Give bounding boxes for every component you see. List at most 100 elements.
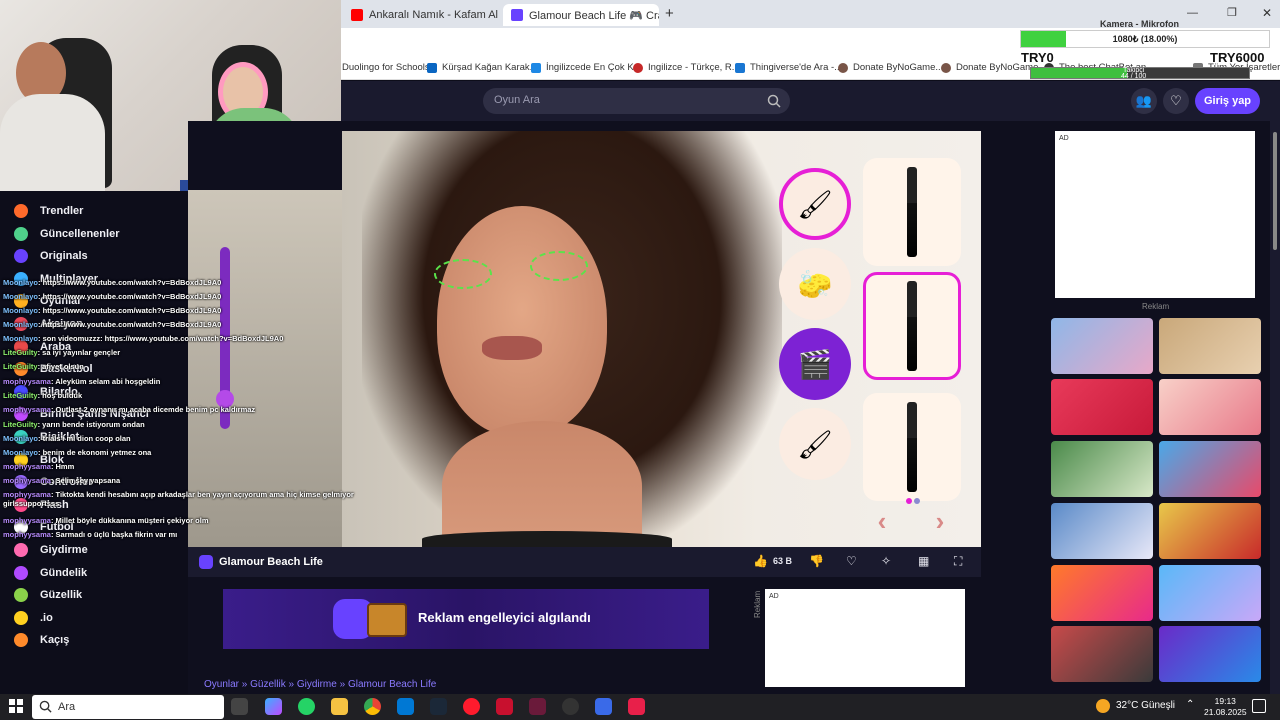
game-thumbnail[interactable] bbox=[1051, 626, 1153, 682]
game-thumbnail[interactable] bbox=[1051, 565, 1153, 621]
mascara-option-1[interactable] bbox=[863, 158, 961, 266]
game-thumbnail[interactable] bbox=[1159, 318, 1261, 374]
sidebar-item[interactable]: Giydirme bbox=[14, 543, 88, 557]
game-thumbnail[interactable] bbox=[1051, 503, 1153, 559]
powder-brush-icon: 🖌 bbox=[797, 428, 833, 460]
ad-slot-top[interactable] bbox=[1055, 131, 1255, 298]
sidebar-item[interactable]: Kaçış bbox=[14, 633, 69, 648]
game-thumbnail[interactable] bbox=[1159, 626, 1261, 682]
page-dot-active[interactable] bbox=[906, 498, 912, 504]
lips-shape bbox=[482, 336, 542, 360]
face-shape bbox=[437, 206, 607, 436]
bookmark-item[interactable]: Donate ByNoGame... bbox=[838, 62, 943, 73]
chat-message: mophyysama: Hmm bbox=[3, 462, 74, 471]
mascara-option-3[interactable] bbox=[863, 393, 961, 501]
bookmark-item[interactable]: Ingilizce - Türkçe, R... bbox=[633, 62, 740, 73]
game-thumbnail[interactable] bbox=[1051, 318, 1153, 374]
windows-start-icon[interactable] bbox=[9, 699, 23, 713]
game-thumbnail[interactable] bbox=[1159, 565, 1261, 621]
chevron-up-icon[interactable]: ⌃ bbox=[1186, 699, 1194, 710]
chat-text: : yarın bende istiyorum ondan bbox=[37, 420, 145, 429]
game-app-icon[interactable] bbox=[496, 698, 513, 715]
task-view-icon[interactable] bbox=[231, 698, 248, 715]
bookmark-item[interactable]: Kürşad Kağan Karak... bbox=[427, 62, 538, 73]
mascara-icon bbox=[907, 281, 917, 371]
game-thumbnail[interactable] bbox=[1159, 503, 1261, 559]
obs-icon[interactable] bbox=[562, 698, 579, 715]
tool-powder-brush-button[interactable]: 🖌 bbox=[779, 408, 851, 480]
like-button[interactable]: 👍 63 B bbox=[753, 554, 792, 568]
fullscreen-button[interactable]: ⛶ bbox=[954, 554, 962, 569]
game-thumbnail[interactable] bbox=[1051, 379, 1153, 435]
window-close-button[interactable]: ✕ bbox=[1262, 6, 1272, 20]
sidebar-item[interactable]: Originals bbox=[14, 249, 88, 264]
sidebar-item[interactable]: Trendler bbox=[14, 204, 83, 218]
chat-username: mophyysama bbox=[3, 516, 51, 525]
prev-arrow-button[interactable]: ‹ bbox=[868, 506, 896, 536]
refresh-icon bbox=[14, 226, 28, 241]
chat-username: Moonlayo bbox=[3, 292, 38, 301]
game-thumbnail[interactable] bbox=[1159, 441, 1261, 497]
friends-button[interactable]: 👥 bbox=[1131, 88, 1157, 114]
video-ad-button[interactable]: 🎬 bbox=[779, 328, 851, 400]
sidebar-item[interactable]: Güncellenenler bbox=[14, 226, 119, 241]
sidebar-item[interactable]: Güzellik bbox=[14, 588, 82, 603]
outlook-icon[interactable] bbox=[397, 698, 414, 715]
game-canvas[interactable]: 🖌 🧽 🎬 🖌 ‹ › bbox=[342, 131, 981, 547]
game-thumbnail[interactable] bbox=[1051, 441, 1153, 497]
fire-icon bbox=[14, 204, 28, 218]
tool-sponge-button[interactable]: 🧽 bbox=[779, 248, 851, 320]
bookmark-item[interactable]: İngilizcede En Çok K... bbox=[531, 62, 642, 73]
dislike-button[interactable]: 👎 bbox=[809, 554, 824, 568]
sidebar-item[interactable]: Gündelik bbox=[14, 565, 87, 580]
clock[interactable]: 19:13 21.08.2025 bbox=[1204, 696, 1247, 718]
mascara-option-2[interactable] bbox=[863, 272, 961, 380]
chat-text: : Hmm bbox=[50, 462, 75, 471]
opera-icon[interactable] bbox=[463, 698, 480, 715]
chat-username: mophyysama bbox=[3, 530, 51, 539]
notification-icon[interactable] bbox=[1252, 699, 1266, 713]
app-icon[interactable] bbox=[529, 698, 546, 715]
chat-message: Moonlayo: https://www.youtube.com/watch?… bbox=[3, 320, 221, 329]
login-button[interactable]: Giriş yap bbox=[1195, 88, 1260, 114]
restore-button[interactable]: ❐ bbox=[1227, 6, 1237, 19]
chat-message: Moonlayo: https://www.youtube.com/watch?… bbox=[3, 278, 221, 287]
game-thumbnail[interactable] bbox=[1159, 379, 1261, 435]
app-icon[interactable] bbox=[595, 698, 612, 715]
copilot-icon[interactable] bbox=[265, 698, 282, 715]
tab-youtube[interactable]: Ankaralı Namık - Kafam Al 🔊 ✕ bbox=[343, 4, 501, 26]
breadcrumb[interactable]: Oyunlar » Güzellik » Giydirme » Glamour … bbox=[204, 679, 436, 690]
favorites-button[interactable]: ♡ bbox=[1163, 88, 1189, 114]
scrollbar-thumb[interactable] bbox=[1273, 132, 1277, 250]
next-arrow-button[interactable]: › bbox=[926, 506, 954, 536]
tab-glamour[interactable]: Glamour Beach Life 🎮 Cra 🔇 ✕ bbox=[503, 4, 659, 26]
chat-message: Moonlayo: benim de ekonomi yetmez ona bbox=[3, 448, 151, 457]
dress-icon bbox=[14, 543, 28, 557]
tool-brush-button[interactable]: 🖌 bbox=[779, 168, 851, 240]
chat-message: Moonlayo: trials'ı mı dion coop olan bbox=[3, 434, 131, 443]
left-eye-highlight bbox=[434, 259, 492, 289]
chrome-icon[interactable] bbox=[364, 698, 381, 715]
weather-readout[interactable]: 32°C Güneşli bbox=[1116, 700, 1175, 711]
page-dot[interactable] bbox=[914, 498, 920, 504]
file-explorer-icon[interactable] bbox=[331, 698, 348, 715]
new-tab-button[interactable]: + bbox=[665, 5, 674, 22]
bynogame-icon bbox=[838, 62, 848, 73]
search-placeholder: Oyun Ara bbox=[494, 94, 540, 106]
bug-report-button[interactable]: ✧ bbox=[881, 554, 891, 568]
chat-username: mophyysama bbox=[3, 490, 51, 499]
bookmark-item[interactable]: Duolingo for Schools bbox=[342, 62, 430, 73]
whatsapp-icon[interactable] bbox=[298, 698, 315, 715]
film-icon: 🎬 bbox=[797, 348, 833, 380]
ad-tag: AD bbox=[1059, 135, 1069, 142]
bookmark-item[interactable]: Thingiverse'de Ara -... bbox=[735, 62, 842, 73]
search-icon[interactable] bbox=[767, 94, 781, 108]
app-icon[interactable] bbox=[628, 698, 645, 715]
steam-icon[interactable] bbox=[430, 698, 447, 715]
embed-button[interactable]: ▦ bbox=[918, 554, 929, 568]
minimize-button[interactable]: — bbox=[1187, 7, 1198, 19]
chat-message: LiteGuilty: afiyet olsun bbox=[3, 362, 84, 371]
sidebar-item[interactable]: .io bbox=[14, 610, 53, 625]
favorite-button[interactable]: ♡ bbox=[846, 554, 857, 568]
ad-slot-bottom[interactable] bbox=[765, 589, 965, 687]
